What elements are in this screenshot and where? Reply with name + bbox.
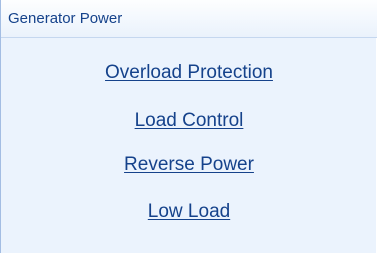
generator-power-panel: Generator Power Overload Protection Load…: [0, 0, 377, 253]
link-row-low-load: Low Load: [1, 201, 377, 223]
overload-protection-link[interactable]: Overload Protection: [105, 62, 273, 83]
link-row-load-control: Load Control: [1, 110, 377, 132]
panel-title: Generator Power: [8, 10, 123, 27]
link-row-overload-protection: Overload Protection: [1, 62, 377, 84]
link-row-reverse-power: Reverse Power: [1, 154, 377, 176]
panel-header: Generator Power: [1, 0, 377, 38]
reverse-power-link[interactable]: Reverse Power: [124, 154, 254, 175]
load-control-link[interactable]: Load Control: [135, 110, 244, 131]
low-load-link[interactable]: Low Load: [148, 201, 230, 222]
